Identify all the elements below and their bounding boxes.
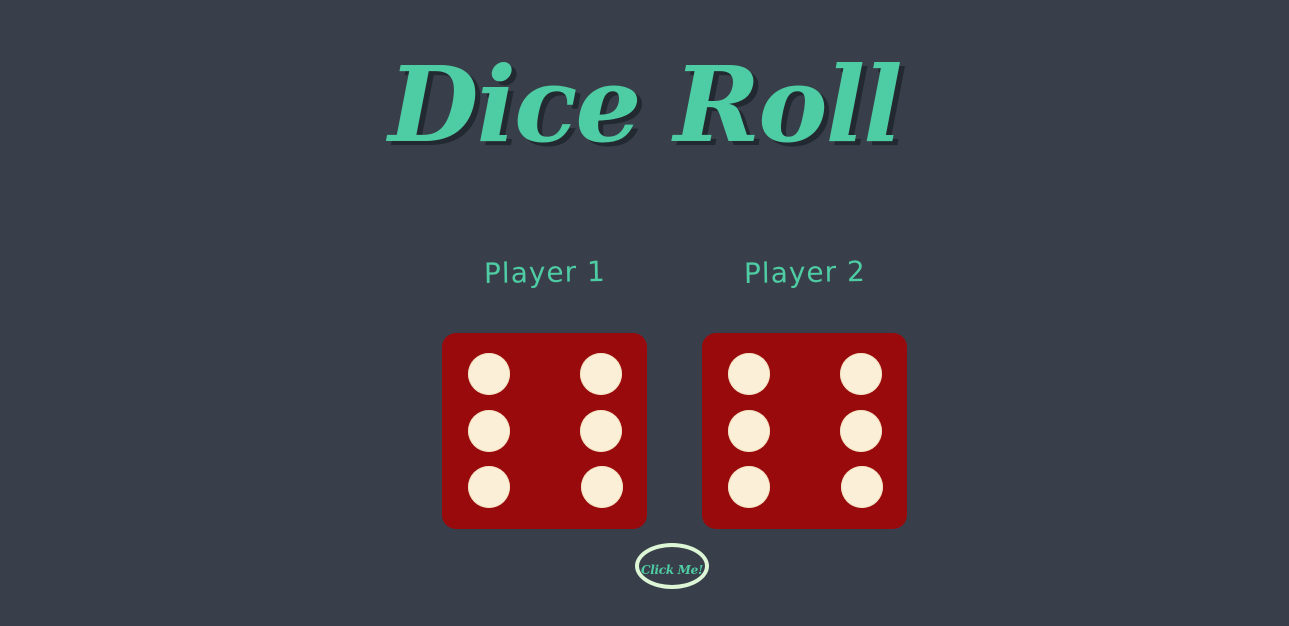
player-1-label: Player 1: [483, 254, 606, 291]
roll-button[interactable]: Click Me!: [635, 543, 709, 589]
die-pip: [840, 410, 882, 452]
die-pip: [468, 410, 510, 452]
die-pip: [580, 410, 622, 452]
player-2-die: [702, 333, 907, 529]
die-pip: [728, 353, 770, 395]
player-2-label: Player 2: [743, 254, 866, 291]
die-pip: [728, 466, 770, 508]
page-title: Dice Roll: [388, 43, 902, 166]
die-pip: [841, 466, 883, 508]
die-pip: [468, 353, 510, 395]
player-2-heading: Player 2: [702, 253, 907, 293]
die-pip: [581, 466, 623, 508]
player-1-die: [442, 333, 647, 529]
die-pip: [468, 466, 510, 508]
die-pip: [728, 410, 770, 452]
die-pip: [580, 353, 622, 395]
player-1-heading: Player 1: [442, 253, 647, 293]
die-pip: [840, 353, 882, 395]
